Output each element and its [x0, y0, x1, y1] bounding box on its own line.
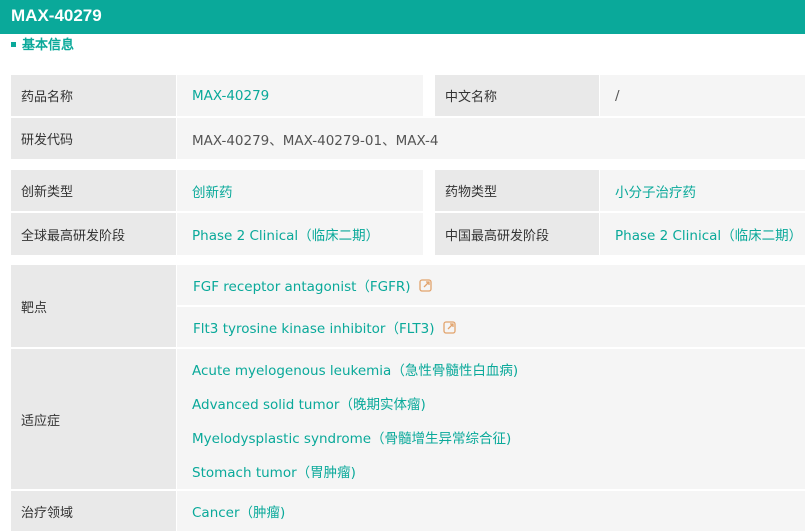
value-global-phase[interactable]: Phase 2 Clinical（临床二期） — [177, 213, 423, 255]
indication-item[interactable]: Advanced solid tumor（晚期实体瘤) — [192, 393, 426, 413]
section-header-basic-info: 基本信息 — [11, 35, 74, 57]
external-link-icon[interactable] — [418, 278, 433, 292]
label-rd-code: 研发代码 — [11, 118, 176, 159]
bullet-square-icon — [11, 42, 16, 47]
label-china-phase: 中国最高研发阶段 — [435, 213, 599, 255]
indication-item[interactable]: Acute myelogenous leukemia（急性骨髓性白血病) — [192, 359, 518, 379]
label-drug-name: 药品名称 — [11, 75, 176, 116]
indication-list: Acute myelogenous leukemia（急性骨髓性白血病) Adv… — [177, 349, 805, 489]
external-link-icon[interactable] — [442, 320, 457, 334]
value-innovation-type[interactable]: 创新药 — [177, 170, 423, 211]
value-drug-name[interactable]: MAX-40279 — [177, 75, 423, 116]
label-therapeutic-area: 治疗领域 — [11, 491, 176, 531]
indication-item[interactable]: Stomach tumor（胃肿瘤) — [192, 461, 356, 481]
label-innovation-type: 创新类型 — [11, 170, 176, 211]
value-china-phase[interactable]: Phase 2 Clinical（临床二期） — [600, 213, 805, 255]
label-target: 靶点 — [11, 265, 176, 347]
label-indication: 适应症 — [11, 349, 176, 489]
value-rd-code: MAX-40279、MAX-40279-01、MAX-4 — [177, 118, 805, 159]
value-chinese-name: / — [600, 75, 805, 116]
target-item-fgfr[interactable]: FGF receptor antagonist（FGFR) — [177, 265, 805, 305]
label-chinese-name: 中文名称 — [435, 75, 599, 116]
value-therapeutic-area[interactable]: Cancer（肿瘤) — [177, 491, 805, 531]
value-drug-type[interactable]: 小分子治疗药 — [600, 170, 805, 211]
target-link-flt3[interactable]: Flt3 tyrosine kinase inhibitor（FLT3) — [193, 317, 435, 337]
section-title: 基本信息 — [22, 38, 75, 53]
target-link-fgfr[interactable]: FGF receptor antagonist（FGFR) — [193, 275, 411, 295]
indication-item[interactable]: Myelodysplastic syndrome（骨髓增生异常综合征) — [192, 427, 511, 447]
target-item-flt3[interactable]: Flt3 tyrosine kinase inhibitor（FLT3) — [177, 307, 805, 347]
page-title: MAX-40279 — [0, 0, 805, 34]
label-drug-type: 药物类型 — [435, 170, 599, 211]
label-global-phase: 全球最高研发阶段 — [11, 213, 176, 255]
